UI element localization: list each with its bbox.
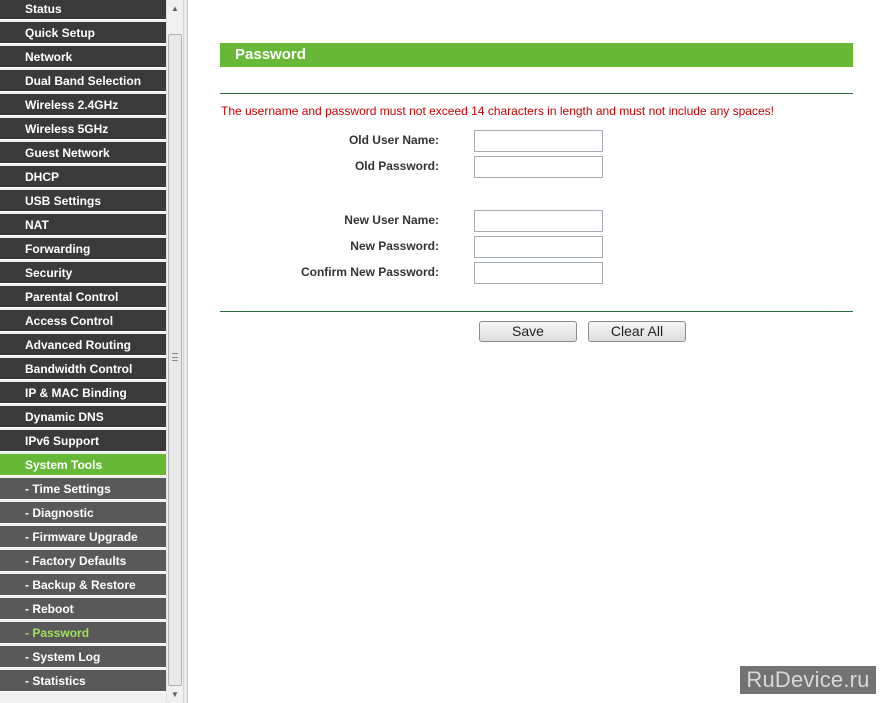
sidebar-item-wireless-5ghz[interactable]: Wireless 5GHz (0, 118, 166, 140)
sidebar-item-access-control[interactable]: Access Control (0, 310, 166, 332)
scroll-grip-icon (172, 353, 178, 361)
sidebar-item-factory-defaults[interactable]: - Factory Defaults (0, 550, 166, 572)
old-user-name-label: Old User Name: (348, 133, 439, 147)
frame-divider[interactable] (183, 0, 188, 703)
scroll-up-arrow-icon[interactable]: ▲ (167, 0, 183, 17)
warning-message: The username and password must not excee… (221, 104, 774, 118)
confirm-password-input[interactable] (474, 262, 603, 284)
new-user-name-input[interactable] (474, 210, 603, 232)
old-user-name-input[interactable] (474, 130, 603, 152)
save-button[interactable]: Save (479, 321, 577, 342)
sidebar-item-parental-control[interactable]: Parental Control (0, 286, 166, 308)
sidebar-item-guest-network[interactable]: Guest Network (0, 142, 166, 164)
sidebar-item-bandwidth-control[interactable]: Bandwidth Control (0, 358, 166, 380)
sidebar-scrollbar[interactable]: ▲ ▼ (166, 0, 183, 703)
sidebar-item-ip-mac-binding[interactable]: IP & MAC Binding (0, 382, 166, 404)
sidebar-item-forwarding[interactable]: Forwarding (0, 238, 166, 260)
sidebar-item-status[interactable]: Status (0, 0, 166, 20)
scroll-thumb[interactable] (168, 34, 182, 686)
sidebar-item-advanced-routing[interactable]: Advanced Routing (0, 334, 166, 356)
sidebar-menu: Status Quick Setup Network Dual Band Select… (0, 0, 166, 703)
sidebar-item-time-settings[interactable]: - Time Settings (0, 478, 166, 500)
watermark: RuDevice.ru (740, 666, 876, 694)
sidebar-item-backup-restore[interactable]: - Backup & Restore (0, 574, 166, 596)
old-password-input[interactable] (474, 156, 603, 178)
sidebar-item-password[interactable]: - Password (0, 622, 166, 644)
confirm-password-label: Confirm New Password: (300, 265, 439, 279)
sidebar-item-system-tools[interactable]: System Tools (0, 454, 166, 476)
sidebar-item-network[interactable]: Network (0, 46, 166, 68)
new-user-name-label: New User Name: (344, 213, 439, 227)
sidebar-item-nat[interactable]: NAT (0, 214, 166, 236)
sidebar-item-system-log[interactable]: - System Log (0, 646, 166, 668)
sidebar-item-security[interactable]: Security (0, 262, 166, 284)
new-password-label: New Password: (350, 239, 439, 253)
sidebar-item-reboot[interactable]: - Reboot (0, 598, 166, 620)
new-password-input[interactable] (474, 236, 603, 258)
divider-top (220, 93, 853, 94)
sidebar-item-wireless-2-4ghz[interactable]: Wireless 2.4GHz (0, 94, 166, 116)
sidebar-item-usb-settings[interactable]: USB Settings (0, 190, 166, 212)
sidebar-item-dynamic-dns[interactable]: Dynamic DNS (0, 406, 166, 428)
scroll-down-arrow-icon[interactable]: ▼ (167, 686, 183, 703)
sidebar-item-ipv6-support[interactable]: IPv6 Support (0, 430, 166, 452)
sidebar-item-diagnostic[interactable]: - Diagnostic (0, 502, 166, 524)
page-title-bar: Password (220, 43, 853, 67)
sidebar-item-statistics[interactable]: - Statistics (0, 670, 166, 692)
old-password-label: Old Password: (354, 159, 439, 173)
divider-bottom (220, 311, 853, 312)
clear-all-button[interactable]: Clear All (588, 321, 686, 342)
sidebar-item-firmware-upgrade[interactable]: - Firmware Upgrade (0, 526, 166, 548)
sidebar-item-dhcp[interactable]: DHCP (0, 166, 166, 188)
page-title: Password (235, 46, 306, 63)
sidebar-item-dual-band-selection[interactable]: Dual Band Selection (0, 70, 166, 92)
sidebar-item-quick-setup[interactable]: Quick Setup (0, 22, 166, 44)
